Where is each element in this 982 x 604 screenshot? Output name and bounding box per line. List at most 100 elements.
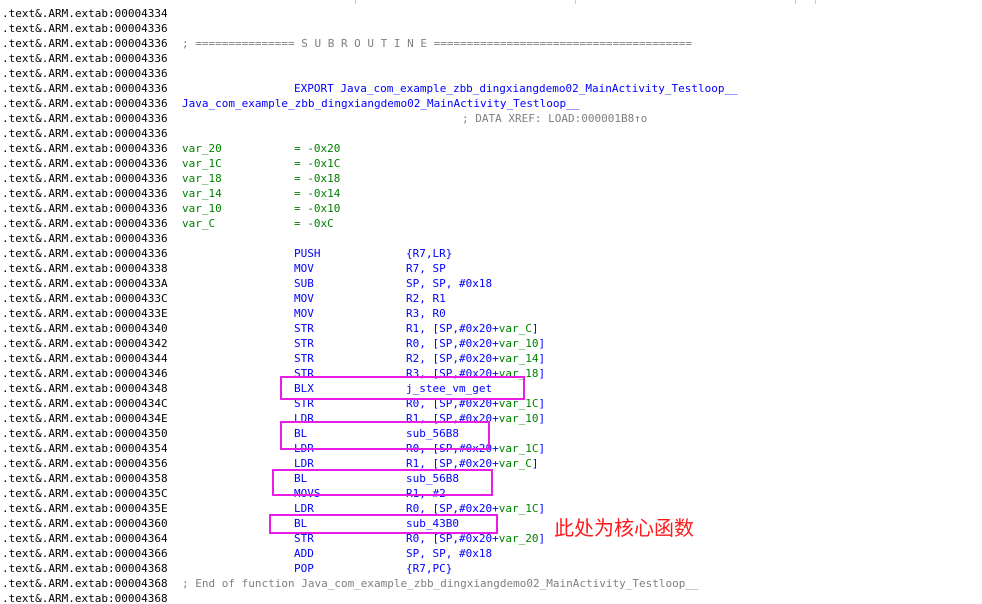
listing-line[interactable]: .text&.ARM.extab:00004336 Java_com_exampl…: [0, 96, 982, 111]
operand-text: ]: [538, 367, 546, 380]
listing-line[interactable]: .text&.ARM.extab:00004336: [0, 66, 982, 81]
line-address: .text&.ARM.extab:00004336: [2, 232, 168, 245]
highlight-box-bl-call-1: [280, 421, 490, 450]
listing-line[interactable]: .text&.ARM.extab:00004336 ; DATA XREF: LO…: [0, 111, 982, 126]
line-address: .text&.ARM.extab:00004366: [2, 547, 168, 560]
line-address: .text&.ARM.extab:00004336: [2, 97, 168, 110]
stack-variable-offset: = -0x1C: [294, 157, 341, 170]
instruction-mnemonic: MOV: [294, 307, 314, 320]
end-of-function-comment: ; End of function Java_com_example_zbb_d…: [182, 577, 699, 590]
line-address: .text&.ARM.extab:00004350: [2, 427, 168, 440]
listing-line[interactable]: .text&.ARM.extab:00004336 PUSH {R7,LR}: [0, 246, 982, 261]
instruction-mnemonic: ADD: [294, 547, 314, 560]
listing-line[interactable]: .text&.ARM.extab:00004354 LDR R0, [SP,#0x2…: [0, 441, 982, 456]
subroutine-separator-comment: ; =============== S U B R O U T I N E ==…: [182, 37, 692, 50]
operand-text: ]: [538, 352, 546, 365]
operand-stack-var-ref: var_C: [498, 457, 532, 470]
line-address: .text&.ARM.extab:00004364: [2, 532, 168, 545]
listing-line[interactable]: .text&.ARM.extab:00004336 var_10 = -0x10: [0, 201, 982, 216]
line-address: .text&.ARM.extab:00004336: [2, 112, 168, 125]
operand-stack-var-ref: var_1C: [498, 502, 539, 515]
listing-line[interactable]: .text&.ARM.extab:00004336 EXPORT Java_com…: [0, 81, 982, 96]
listing-line[interactable]: .text&.ARM.extab:0000433E MOV R3, R0: [0, 306, 982, 321]
top-ruler: [0, 0, 982, 4]
listing-line[interactable]: .text&.ARM.extab:00004334: [0, 6, 982, 21]
instruction-operands: SP, SP, #0x18: [406, 547, 493, 560]
line-address: .text&.ARM.extab:00004336: [2, 82, 168, 95]
highlight-box-core-call: [269, 514, 498, 534]
listing-line[interactable]: .text&.ARM.extab:00004340 STR R1, [SP,#0x2…: [0, 321, 982, 336]
operand-text: ]: [538, 442, 546, 455]
operand-stack-var-ref: var_10: [498, 412, 539, 425]
operand-text: ]: [538, 532, 546, 545]
listing-line[interactable]: .text&.ARM.extab:00004336 ; =============…: [0, 36, 982, 51]
line-address: .text&.ARM.extab:00004348: [2, 382, 168, 395]
stack-variable-name: var_14: [182, 187, 222, 200]
line-address: .text&.ARM.extab:00004356: [2, 457, 168, 470]
instruction-operands: R3, R0: [406, 307, 446, 320]
listing-line[interactable]: .text&.ARM.extab:00004336 var_18 = -0x18: [0, 171, 982, 186]
listing-line[interactable]: .text&.ARM.extab:00004336: [0, 231, 982, 246]
line-address: .text&.ARM.extab:00004360: [2, 517, 168, 530]
ruler-tick: [795, 0, 796, 4]
listing-line[interactable]: .text&.ARM.extab:00004336: [0, 21, 982, 36]
line-address: .text&.ARM.extab:00004336: [2, 67, 168, 80]
operand-stack-var-ref: var_1C: [498, 442, 539, 455]
instruction-operands: R2, R1: [406, 292, 446, 305]
ruler-tick: [575, 0, 576, 4]
listing-line[interactable]: .text&.ARM.extab:00004368 POP {R7,PC}: [0, 561, 982, 576]
line-address: .text&.ARM.extab:00004368: [2, 592, 168, 604]
instruction-mnemonic: PUSH: [294, 247, 321, 260]
ruler-tick: [815, 0, 816, 4]
operand-stack-var-ref: var_14: [498, 352, 539, 365]
highlight-box-blx-call: [280, 376, 525, 400]
listing-line[interactable]: .text&.ARM.extab:00004366 ADD SP, SP, #0x1…: [0, 546, 982, 561]
instruction-operands: R1, [SP,#0x20+var_C]: [406, 321, 538, 336]
listing-line[interactable]: .text&.ARM.extab:00004336: [0, 51, 982, 66]
line-address: .text&.ARM.extab:00004342: [2, 337, 168, 350]
listing-line[interactable]: .text&.ARM.extab:00004350 BL sub_56B8: [0, 426, 982, 441]
line-address: .text&.ARM.extab:0000433E: [2, 307, 168, 320]
operand-text: R1, [SP,#0x20+: [406, 322, 499, 335]
operand-text: R0, [SP,#0x20+: [406, 337, 499, 350]
operand-stack-var-ref: var_10: [498, 337, 539, 350]
line-address: .text&.ARM.extab:0000434C: [2, 397, 168, 410]
line-address: .text&.ARM.extab:00004354: [2, 442, 168, 455]
instruction-mnemonic: MOV: [294, 292, 314, 305]
line-address: .text&.ARM.extab:00004336: [2, 247, 168, 260]
listing-line[interactable]: .text&.ARM.extab:00004338 MOV R7, SP: [0, 261, 982, 276]
operand-text: R2, [SP,#0x20+: [406, 352, 499, 365]
instruction-mnemonic: STR: [294, 337, 314, 350]
line-address: .text&.ARM.extab:00004358: [2, 472, 168, 485]
listing-line[interactable]: .text&.ARM.extab:0000433A SUB SP, SP, #0x1…: [0, 276, 982, 291]
line-address: .text&.ARM.extab:00004336: [2, 217, 168, 230]
line-address: .text&.ARM.extab:00004336: [2, 22, 168, 35]
listing-line[interactable]: .text&.ARM.extab:00004336 var_C = -0xC: [0, 216, 982, 231]
instruction-mnemonic: SUB: [294, 277, 314, 290]
operand-stack-var-ref: var_20: [498, 532, 539, 545]
listing-line[interactable]: .text&.ARM.extab:0000433C MOV R2, R1: [0, 291, 982, 306]
listing-line[interactable]: .text&.ARM.extab:00004342 STR R0, [SP,#0x2…: [0, 336, 982, 351]
instruction-mnemonic: POP: [294, 562, 314, 575]
listing-line[interactable]: .text&.ARM.extab:00004336 var_20 = -0x20: [0, 141, 982, 156]
line-address: .text&.ARM.extab:00004336: [2, 202, 168, 215]
listing-line[interactable]: .text&.ARM.extab:0000434E LDR R1, [SP,#0x2…: [0, 411, 982, 426]
stack-variable-offset: = -0x10: [294, 202, 341, 215]
listing-line[interactable]: .text&.ARM.extab:00004368: [0, 591, 982, 604]
line-address: .text&.ARM.extab:00004368: [2, 562, 168, 575]
highlight-box-bl-call-2: [272, 469, 493, 496]
core-function-annotation: 此处为核心函数: [554, 516, 694, 540]
instruction-mnemonic: MOV: [294, 262, 314, 275]
xref-comment: ; DATA XREF: LOAD:000001B8↑o: [462, 112, 648, 125]
listing-line[interactable]: .text&.ARM.extab:00004336 var_1C = -0x1C: [0, 156, 982, 171]
listing-line[interactable]: .text&.ARM.extab:00004336 var_14 = -0x14: [0, 186, 982, 201]
stack-variable-name: var_10: [182, 202, 222, 215]
listing-line[interactable]: .text&.ARM.extab:00004368 ; End of functi…: [0, 576, 982, 591]
stack-variable-name: var_C: [182, 217, 216, 230]
line-address: .text&.ARM.extab:00004338: [2, 262, 168, 275]
listing-line[interactable]: .text&.ARM.extab:00004344 STR R2, [SP,#0x2…: [0, 351, 982, 366]
listing-line[interactable]: .text&.ARM.extab:00004336: [0, 126, 982, 141]
line-address: .text&.ARM.extab:00004346: [2, 367, 168, 380]
instruction-operands: {R7,PC}: [406, 562, 453, 575]
line-address: .text&.ARM.extab:0000435E: [2, 502, 168, 515]
